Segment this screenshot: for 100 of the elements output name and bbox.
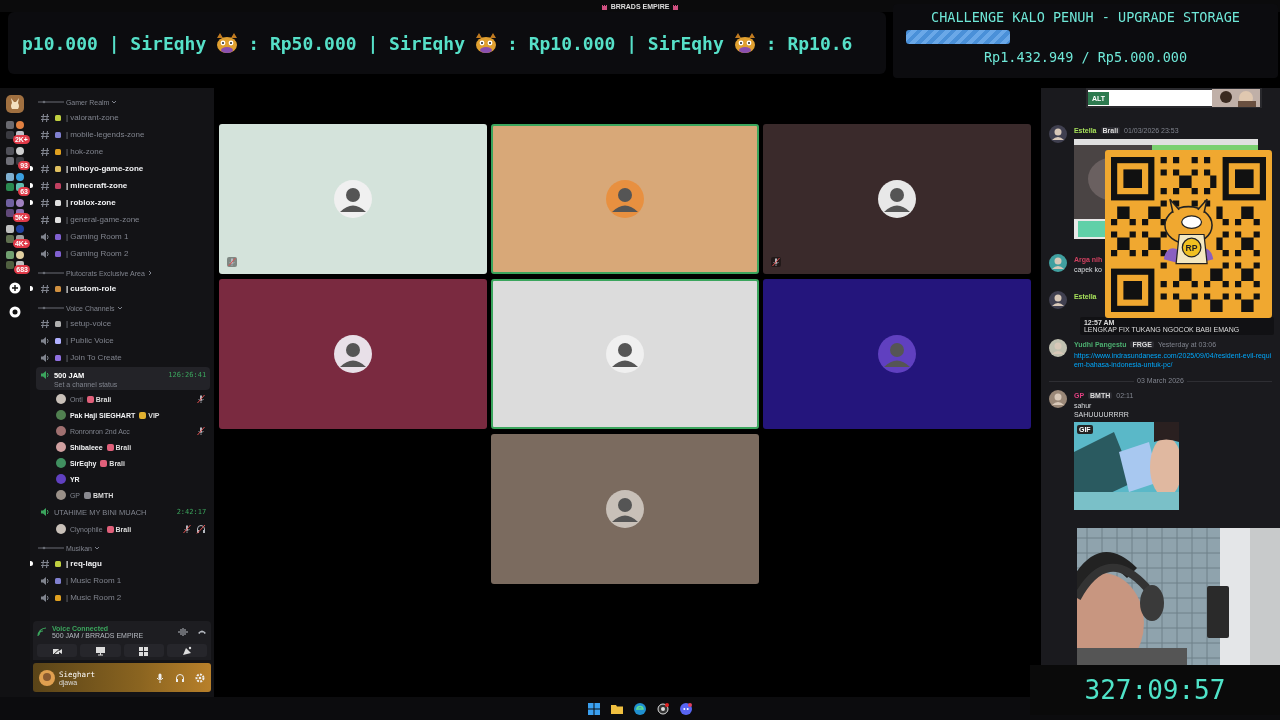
channel-name[interactable]: | setup-voice bbox=[65, 319, 112, 328]
speaker-icon bbox=[39, 575, 50, 586]
speaker-icon bbox=[39, 352, 50, 363]
channel-emoji-icon bbox=[53, 284, 62, 293]
windows-icon[interactable] bbox=[588, 702, 600, 715]
server-folder-icon[interactable] bbox=[5, 121, 24, 139]
avatar bbox=[38, 669, 55, 686]
avatar bbox=[55, 490, 66, 500]
panel-button[interactable] bbox=[36, 644, 78, 657]
folder-icon[interactable] bbox=[611, 702, 623, 715]
channel-name[interactable]: | Gaming Room 1 bbox=[65, 232, 129, 241]
channel-name[interactable]: | hok-zone bbox=[65, 147, 104, 156]
hash-icon bbox=[39, 283, 50, 294]
channel-name[interactable]: | req-lagu bbox=[65, 559, 102, 568]
headphones-icon[interactable] bbox=[175, 672, 186, 683]
speaker-icon bbox=[39, 248, 50, 259]
soundboard-icon bbox=[181, 645, 193, 656]
avatar bbox=[877, 179, 918, 219]
server-folder-icon[interactable] bbox=[5, 251, 24, 269]
signal-icon bbox=[36, 627, 47, 637]
server-folder-icon[interactable] bbox=[5, 225, 24, 243]
server-folder-icon[interactable] bbox=[5, 173, 24, 191]
castle-icon bbox=[600, 2, 608, 10]
hash-icon bbox=[39, 112, 50, 123]
bag-label: RP bbox=[1185, 242, 1198, 253]
slider-line-icon bbox=[37, 306, 64, 310]
avatar bbox=[877, 334, 918, 374]
microphone-icon[interactable] bbox=[155, 672, 166, 683]
video-tile[interactable] bbox=[491, 124, 760, 274]
avatar bbox=[55, 394, 66, 404]
panel-button[interactable] bbox=[166, 644, 208, 657]
screen-share-icon bbox=[94, 645, 106, 656]
avatar bbox=[333, 179, 374, 219]
channel-name[interactable]: | valorant-zone bbox=[65, 113, 119, 122]
avatar bbox=[1048, 339, 1067, 357]
hash-icon bbox=[39, 180, 50, 191]
channel-name[interactable]: | Music Room 2 bbox=[65, 593, 122, 602]
settings-icon[interactable] bbox=[195, 672, 206, 683]
castle-icon bbox=[672, 2, 680, 10]
video-tile[interactable] bbox=[219, 124, 488, 274]
hash-icon bbox=[39, 318, 50, 329]
panel-button[interactable] bbox=[123, 644, 164, 657]
video-tile[interactable] bbox=[219, 279, 488, 429]
channel-name[interactable]: | general-game-zone bbox=[65, 215, 140, 224]
camera-off-icon bbox=[51, 645, 63, 656]
speaker-icon bbox=[39, 370, 50, 380]
cat-icon bbox=[473, 32, 499, 54]
server-icon[interactable] bbox=[5, 95, 24, 113]
avatar bbox=[605, 489, 646, 529]
avatar bbox=[55, 426, 66, 436]
record-icon[interactable] bbox=[657, 702, 669, 715]
channel-name[interactable]: | minecraft-zone bbox=[65, 181, 128, 190]
avatar bbox=[55, 524, 66, 534]
avatar bbox=[1048, 390, 1067, 408]
ticker-text: : Rp10.6 bbox=[765, 32, 853, 54]
hash-icon bbox=[39, 129, 50, 140]
avatar bbox=[55, 442, 66, 452]
speaker-icon bbox=[39, 335, 50, 346]
hash-icon bbox=[39, 558, 50, 569]
ticker-text: : Rp50.000 | SirEqhy bbox=[248, 32, 465, 54]
server-folder-icon[interactable] bbox=[5, 147, 24, 165]
video-tile[interactable] bbox=[491, 279, 760, 429]
channel-name[interactable]: | mobile-legends-zone bbox=[65, 130, 145, 139]
ticker-text: : Rp10.000 | SirEqhy bbox=[507, 32, 724, 54]
browser-icon[interactable] bbox=[634, 702, 646, 715]
slider-line-icon bbox=[37, 546, 64, 550]
channel-name[interactable]: | Gaming Room 2 bbox=[65, 249, 129, 258]
hash-icon bbox=[39, 146, 50, 157]
channel-name[interactable]: | Join To Create bbox=[65, 353, 122, 362]
channel-name[interactable]: | custom-role bbox=[65, 284, 117, 293]
hash-icon bbox=[39, 197, 50, 208]
mascot-drawing bbox=[1163, 197, 1214, 264]
video-tile[interactable] bbox=[491, 434, 760, 584]
panel-button[interactable] bbox=[80, 644, 121, 657]
avatar bbox=[605, 179, 646, 219]
avatar bbox=[55, 410, 66, 420]
bunny-icon bbox=[8, 98, 21, 110]
channel-name[interactable]: | mihoyo-game-zone bbox=[65, 164, 144, 173]
channel-name[interactable]: | Music Room 1 bbox=[65, 576, 122, 585]
speaker-icon bbox=[39, 507, 50, 517]
avatar bbox=[1048, 291, 1067, 309]
speaker-icon bbox=[39, 231, 50, 242]
hash-icon bbox=[39, 214, 50, 225]
soundwave-icon[interactable] bbox=[178, 627, 189, 637]
slider-line-icon bbox=[37, 100, 64, 104]
avatar bbox=[605, 334, 646, 374]
goal-title: CHALLENGE KALO PENUH - UPGRADE STORAGE bbox=[931, 9, 1240, 25]
slider-line-icon bbox=[37, 271, 64, 275]
channel-name[interactable]: | Public Voice bbox=[65, 336, 114, 345]
avatar bbox=[55, 458, 66, 468]
avatar bbox=[1048, 254, 1067, 272]
stream-timer: 327:09:57 bbox=[1030, 665, 1280, 715]
hash-icon bbox=[39, 163, 50, 174]
channel-name[interactable]: | roblox-zone bbox=[65, 198, 116, 207]
chat-app-icon[interactable] bbox=[680, 702, 692, 715]
video-tile[interactable] bbox=[763, 124, 1032, 274]
ticker-text: p10.000 | SirEqhy bbox=[22, 32, 207, 54]
server-folder-icon[interactable] bbox=[5, 199, 24, 217]
add-server-icon[interactable] bbox=[8, 282, 21, 294]
video-tile[interactable] bbox=[763, 279, 1032, 429]
